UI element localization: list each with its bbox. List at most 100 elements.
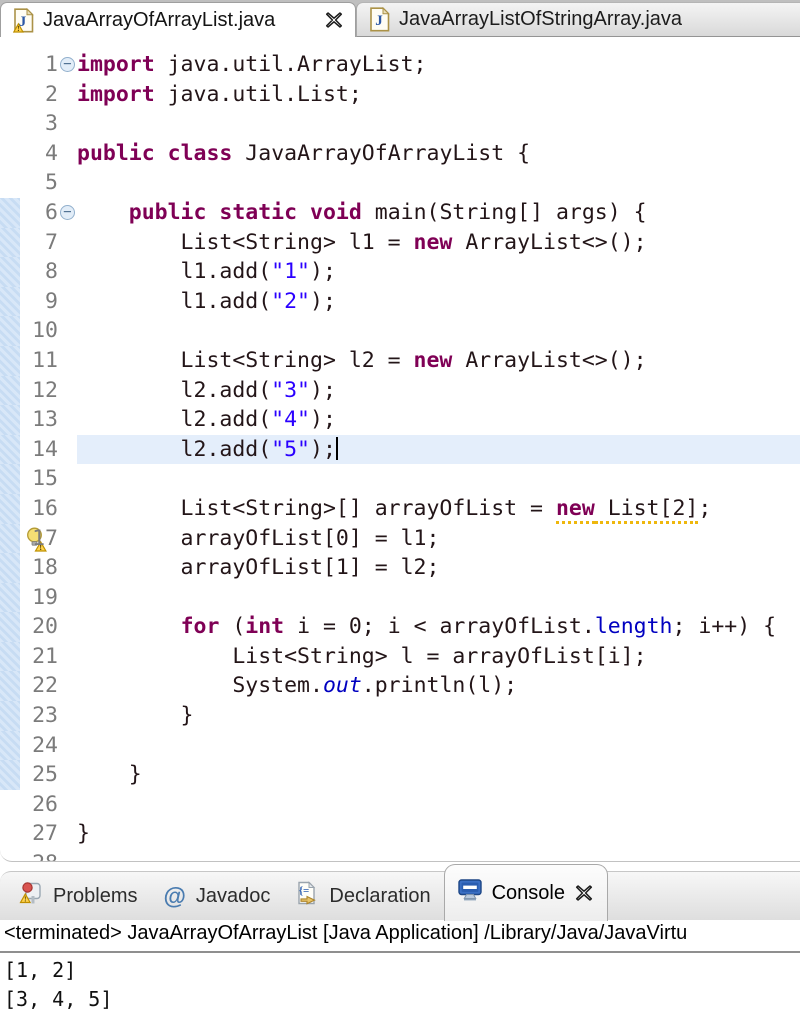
tab-javadoc[interactable]: @ Javadoc bbox=[150, 872, 283, 920]
editor-tab-java-array-of-arraylist[interactable]: J ! JavaArrayOfArrayList.java bbox=[0, 2, 356, 37]
console-icon bbox=[458, 879, 482, 907]
method-range-indicator bbox=[0, 790, 20, 820]
fold-column bbox=[58, 819, 77, 849]
line-number: 22 bbox=[20, 671, 58, 701]
line-number: 21 bbox=[20, 642, 58, 672]
code-text[interactable]: public static void main(String[] args) { bbox=[77, 198, 800, 228]
code-text[interactable]: } bbox=[77, 819, 800, 849]
code-line-15[interactable]: 15 bbox=[0, 464, 800, 494]
code-text[interactable]: l2.add("3"); bbox=[77, 376, 800, 406]
fold-column bbox=[58, 405, 77, 435]
svg-text:!: ! bbox=[17, 24, 20, 33]
code-text[interactable]: l2.add("5"); bbox=[77, 435, 800, 465]
eclipse-ide-window: J ! JavaArrayOfArrayList.java J bbox=[0, 0, 800, 1015]
tab-label: Declaration bbox=[329, 885, 430, 908]
code-text[interactable]: public class JavaArrayOfArrayList { bbox=[77, 139, 800, 169]
code-line-28[interactable]: 28 bbox=[0, 849, 800, 862]
code-line-11[interactable]: 11 List<String> l2 = new ArrayList<>(); bbox=[0, 346, 800, 376]
fold-column bbox=[58, 642, 77, 672]
tab-label: Javadoc bbox=[196, 885, 271, 908]
code-line-10[interactable]: 10 bbox=[0, 316, 800, 346]
code-text[interactable] bbox=[77, 583, 800, 613]
code-line-13[interactable]: 13 l2.add("4"); bbox=[0, 405, 800, 435]
fold-column bbox=[58, 671, 77, 701]
tab-console[interactable]: Console bbox=[444, 864, 608, 921]
code-line-20[interactable]: 20 for (int i = 0; i < arrayOfList.lengt… bbox=[0, 612, 800, 642]
code-text[interactable] bbox=[77, 316, 800, 346]
fold-toggle-icon[interactable]: − bbox=[60, 57, 75, 72]
code-text[interactable] bbox=[77, 790, 800, 820]
code-line-19[interactable]: 19 bbox=[0, 583, 800, 613]
code-text[interactable] bbox=[77, 849, 800, 862]
code-line-26[interactable]: 26 bbox=[0, 790, 800, 820]
line-number: 12 bbox=[20, 376, 58, 406]
code-text[interactable]: List<String> l = arrayOfList[i]; bbox=[77, 642, 800, 672]
code-text[interactable]: import java.util.List; bbox=[77, 80, 800, 110]
close-tab-icon[interactable] bbox=[324, 11, 343, 30]
fold-column bbox=[58, 494, 77, 524]
code-line-5[interactable]: 5 bbox=[0, 168, 800, 198]
code-line-16[interactable]: ! 16 List<String>[] arrayOfList = new Li… bbox=[0, 494, 800, 524]
quickfix-warning-icon[interactable]: ! bbox=[0, 496, 24, 523]
problems-icon: ! bbox=[19, 881, 43, 911]
line-number: 8 bbox=[20, 257, 58, 287]
code-line-14[interactable]: 14 l2.add("5"); bbox=[0, 435, 800, 465]
code-text[interactable]: } bbox=[77, 760, 800, 790]
code-line-8[interactable]: 8 l1.add("1"); bbox=[0, 257, 800, 287]
method-range-indicator bbox=[0, 198, 20, 228]
line-number: 18 bbox=[20, 553, 58, 583]
tab-declaration[interactable]: {= Declaration bbox=[283, 872, 443, 920]
code-line-9[interactable]: 9 l1.add("2"); bbox=[0, 287, 800, 317]
code-text[interactable] bbox=[77, 109, 800, 139]
code-line-27[interactable]: 27} bbox=[0, 819, 800, 849]
code-line-6[interactable]: 6− public static void main(String[] args… bbox=[0, 198, 800, 228]
fold-column bbox=[58, 583, 77, 613]
console-output: [1, 2][3, 4, 5] bbox=[0, 953, 800, 1015]
java-source-editor[interactable]: 1−import java.util.ArrayList;2import jav… bbox=[0, 37, 800, 862]
tab-label: Console bbox=[492, 882, 565, 905]
close-view-icon[interactable] bbox=[575, 884, 594, 903]
fold-column bbox=[58, 435, 77, 465]
tab-label: Problems bbox=[53, 885, 137, 908]
fold-column bbox=[58, 849, 77, 862]
code-text[interactable]: l2.add("4"); bbox=[77, 405, 800, 435]
fold-column bbox=[58, 80, 77, 110]
code-text[interactable]: List<String> l1 = new ArrayList<>(); bbox=[77, 228, 800, 258]
code-line-23[interactable]: 23 } bbox=[0, 701, 800, 731]
fold-column bbox=[58, 257, 77, 287]
code-text[interactable]: for (int i = 0; i < arrayOfList.length; … bbox=[77, 612, 800, 642]
code-text[interactable]: } bbox=[77, 701, 800, 731]
code-text[interactable]: List<String> l2 = new ArrayList<>(); bbox=[77, 346, 800, 376]
code-line-21[interactable]: 21 List<String> l = arrayOfList[i]; bbox=[0, 642, 800, 672]
code-line-25[interactable]: 25 } bbox=[0, 760, 800, 790]
java-file-icon: J bbox=[369, 7, 390, 32]
line-number: 3 bbox=[20, 109, 58, 139]
code-text[interactable]: arrayOfList[1] = l2; bbox=[77, 553, 800, 583]
editor-tab-bar: J ! JavaArrayOfArrayList.java J bbox=[0, 0, 800, 37]
fold-column bbox=[58, 109, 77, 139]
code-text[interactable]: l1.add("2"); bbox=[77, 287, 800, 317]
code-line-18[interactable]: 18 arrayOfList[1] = l2; bbox=[0, 553, 800, 583]
code-line-7[interactable]: 7 List<String> l1 = new ArrayList<>(); bbox=[0, 228, 800, 258]
code-line-1[interactable]: 1−import java.util.ArrayList; bbox=[0, 50, 800, 80]
code-line-3[interactable]: 3 bbox=[0, 109, 800, 139]
code-text[interactable]: arrayOfList[0] = l1; bbox=[77, 524, 800, 554]
code-text[interactable]: import java.util.ArrayList; bbox=[77, 50, 800, 80]
code-line-17[interactable]: 17 arrayOfList[0] = l1; bbox=[0, 524, 800, 554]
code-line-24[interactable]: 24 bbox=[0, 731, 800, 761]
code-text[interactable]: System.out.println(l); bbox=[77, 671, 800, 701]
code-line-4[interactable]: 4public class JavaArrayOfArrayList { bbox=[0, 139, 800, 169]
method-range-indicator bbox=[0, 139, 20, 169]
fold-toggle-icon[interactable]: − bbox=[60, 205, 75, 220]
code-text[interactable]: List<String>[] arrayOfList = new List[2]… bbox=[77, 494, 800, 524]
code-line-2[interactable]: 2import java.util.List; bbox=[0, 80, 800, 110]
code-text[interactable] bbox=[77, 731, 800, 761]
code-text[interactable] bbox=[77, 168, 800, 198]
console-status-line: <terminated> JavaArrayOfArrayList [Java … bbox=[0, 920, 800, 953]
code-line-12[interactable]: 12 l2.add("3"); bbox=[0, 376, 800, 406]
code-text[interactable]: l1.add("1"); bbox=[77, 257, 800, 287]
code-text[interactable] bbox=[77, 464, 800, 494]
tab-problems[interactable]: ! Problems bbox=[6, 872, 150, 920]
editor-tab-java-arraylist-of-stringarray[interactable]: J JavaArrayListOfStringArray.java bbox=[356, 2, 800, 37]
code-line-22[interactable]: 22 System.out.println(l); bbox=[0, 671, 800, 701]
